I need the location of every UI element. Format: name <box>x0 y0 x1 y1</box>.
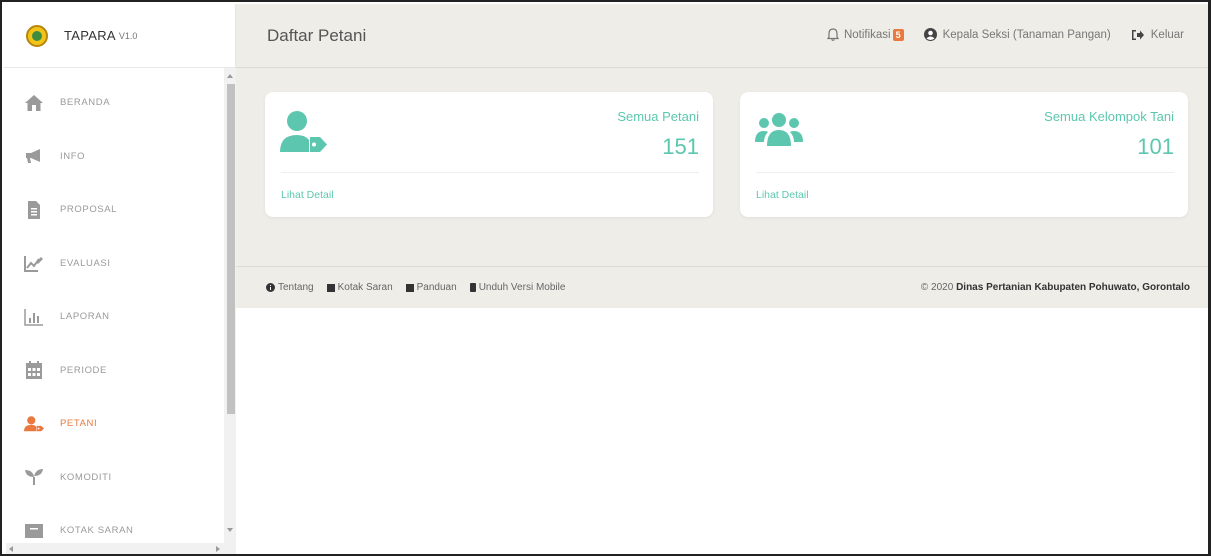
info-icon <box>266 283 275 292</box>
stat-card-petani: Semua Petani 151 Lihat Detail <box>265 92 713 217</box>
notification-button[interactable]: Notifikasi 5 <box>826 28 904 41</box>
footer-link-unduh-mobile[interactable]: Unduh Versi Mobile <box>469 282 566 293</box>
logout-button[interactable]: Keluar <box>1131 29 1184 41</box>
scroll-down-icon[interactable] <box>227 528 233 532</box>
sidebar-item-label: PERIODE <box>60 364 107 376</box>
card-value: 101 <box>1137 134 1174 159</box>
notification-label: Notifikasi <box>843 28 891 41</box>
app-name: TAPARA <box>64 28 116 43</box>
footer-link-label: Unduh Versi Mobile <box>478 282 566 293</box>
inbox-icon <box>24 521 44 541</box>
scroll-left-icon[interactable] <box>9 546 13 552</box>
card-divider <box>756 172 1174 173</box>
sidebar-menu: BERANDA INFO PROPOSAL EVALUASI LAPORAN P… <box>4 76 239 554</box>
footer-link-kotak-saran[interactable]: Kotak Saran <box>326 282 393 293</box>
calendar-icon <box>24 360 44 380</box>
bar-chart-icon <box>24 307 44 327</box>
chart-edit-icon <box>24 253 44 273</box>
sign-out-icon <box>1131 29 1144 40</box>
sidebar-item-label: PETANI <box>60 418 98 430</box>
sidebar-item-label: PROPOSAL <box>60 204 118 216</box>
scrollbar-thumb[interactable] <box>227 84 235 414</box>
document-icon <box>24 200 44 220</box>
copyright-org: Dinas Pertanian Kabupaten Pohuwato, Goro… <box>956 282 1190 293</box>
footer: Tentang Kotak Saran Panduan Unduh Versi … <box>236 266 1208 308</box>
seedling-icon <box>24 467 44 487</box>
home-icon <box>24 93 44 113</box>
view-detail-link[interactable]: Lihat Detail <box>281 189 334 201</box>
footer-link-label: Kotak Saran <box>337 282 393 293</box>
sidebar-item-info[interactable]: INFO <box>4 130 222 184</box>
app-window: TAPARA V1.0 BERANDA INFO PROPOSAL EVALUA… <box>0 0 1211 556</box>
app-version: V1.0 <box>118 30 138 41</box>
topbar: Daftar Petani Notifikasi 5 Kepala Seksi … <box>236 4 1208 68</box>
bell-icon <box>826 28 839 41</box>
footer-link-label: Panduan <box>416 282 457 293</box>
sidebar-item-label: BERANDA <box>60 97 111 109</box>
inbox-icon <box>326 283 335 292</box>
main-content: Daftar Petani Notifikasi 5 Kepala Seksi … <box>236 4 1208 554</box>
scroll-right-icon[interactable] <box>216 546 220 552</box>
sidebar-item-laporan[interactable]: LAPORAN <box>4 290 222 344</box>
user-circle-icon <box>923 28 937 41</box>
view-detail-link[interactable]: Lihat Detail <box>756 189 809 201</box>
notification-badge: 5 <box>892 28 904 41</box>
sidebar-item-label: EVALUASI <box>60 257 111 269</box>
card-title: Semua Kelompok Tani <box>1044 109 1174 124</box>
user-tag-icon <box>24 414 44 434</box>
topbar-actions: Notifikasi 5 Kepala Seksi (Tanaman Panga… <box>807 28 1184 41</box>
sidebar-item-label: INFO <box>60 150 86 162</box>
card-title: Semua Petani <box>617 109 699 124</box>
card-divider <box>281 172 699 173</box>
sidebar-item-beranda[interactable]: BERANDA <box>4 76 222 130</box>
user-label: Kepala Seksi (Tanaman Pangan) <box>942 28 1111 41</box>
logo-icon <box>26 24 48 47</box>
copyright-prefix: © 2020 <box>920 282 954 293</box>
page-title: Daftar Petani <box>267 26 367 45</box>
sidebar-horizontal-scrollbar[interactable] <box>6 543 224 554</box>
sidebar-item-label: LAPORAN <box>60 311 110 323</box>
footer-link-label: Tentang <box>278 282 314 293</box>
user-menu[interactable]: Kepala Seksi (Tanaman Pangan) <box>923 28 1111 41</box>
sidebar-item-petani[interactable]: PETANI <box>4 397 239 451</box>
pdf-icon <box>405 283 414 292</box>
logout-label: Keluar <box>1150 28 1184 41</box>
scroll-up-icon[interactable] <box>227 74 233 78</box>
sidebar-item-label: KOTAK SARAN <box>60 525 134 537</box>
stat-card-kelompok-tani: Semua Kelompok Tani 101 Lihat Detail <box>740 92 1188 217</box>
megaphone-icon <box>24 146 44 166</box>
footer-links: Tentang Kotak Saran Panduan Unduh Versi … <box>266 282 578 293</box>
footer-link-tentang[interactable]: Tentang <box>266 282 314 293</box>
sidebar-item-label: KOMODITI <box>60 471 112 483</box>
copyright: © 2020 Dinas Pertanian Kabupaten Pohuwat… <box>921 282 1190 293</box>
sidebar-item-proposal[interactable]: PROPOSAL <box>4 183 222 237</box>
users-icon <box>755 110 803 155</box>
footer-link-panduan[interactable]: Panduan <box>405 282 457 293</box>
brand[interactable]: TAPARA V1.0 <box>4 4 235 68</box>
card-value: 151 <box>662 134 699 159</box>
sidebar-item-evaluasi[interactable]: EVALUASI <box>4 237 222 291</box>
sidebar-item-periode[interactable]: PERIODE <box>4 344 222 398</box>
user-tag-icon <box>280 110 328 159</box>
mobile-icon <box>469 283 476 292</box>
sidebar: TAPARA V1.0 BERANDA INFO PROPOSAL EVALUA… <box>4 4 239 554</box>
sidebar-item-komoditi[interactable]: KOMODITI <box>4 451 222 505</box>
